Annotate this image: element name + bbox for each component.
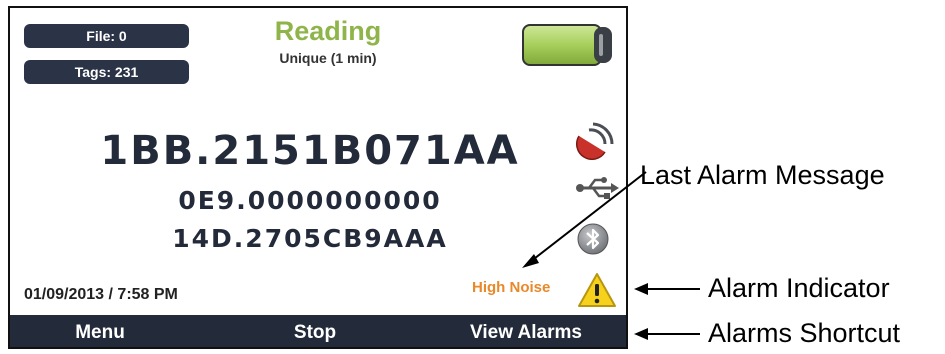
callout-last-alarm-message: Last Alarm Message [640, 160, 885, 190]
alarms-shortcut-arrowhead [634, 328, 648, 340]
callout-alarms-shortcut: Alarms Shortcut [708, 318, 901, 348]
last-alarm-arrow [529, 171, 647, 263]
callout-alarm-indicator: Alarm Indicator [708, 273, 890, 303]
alarm-indicator-arrowhead [634, 283, 648, 295]
